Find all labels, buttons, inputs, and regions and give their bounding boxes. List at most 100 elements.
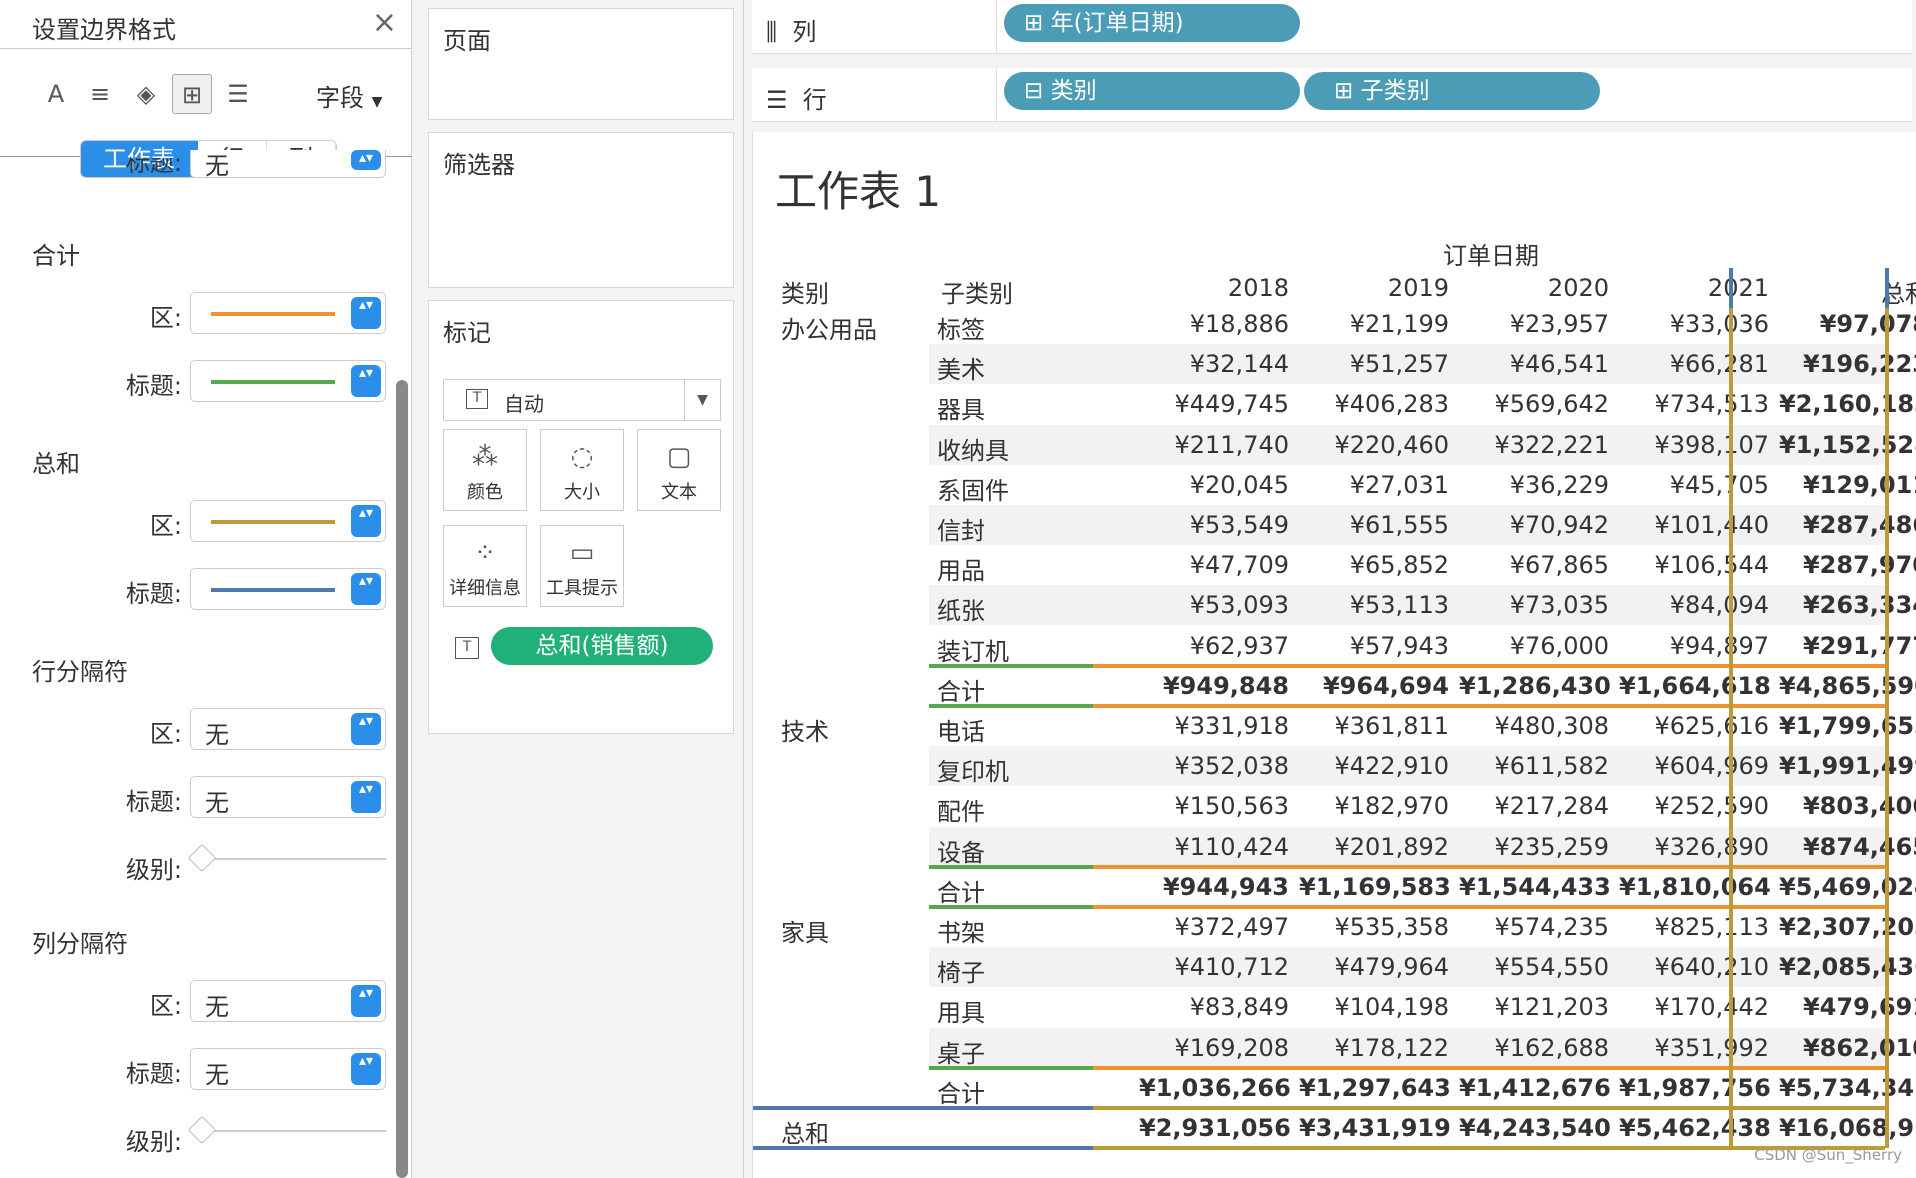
border-style-select[interactable]: 无 ▴▾ <box>190 708 386 750</box>
year-order-date-pill[interactable]: ⊞ 年(订单日期) <box>1004 4 1300 42</box>
subcategory-cell: 合计 <box>937 878 985 907</box>
value-cell: ¥94,897 <box>1669 631 1769 660</box>
chevron-down-icon: ▼ <box>371 94 383 110</box>
subcategory-cell: 收纳具 <box>937 436 1009 465</box>
select-value: 无 <box>205 993 229 1021</box>
pages-card[interactable]: 页面 <box>428 8 734 120</box>
border-style-select[interactable]: ▴▾ <box>190 360 386 402</box>
value-cell: ¥874,465 <box>1802 832 1916 861</box>
detail-button[interactable]: ⁘ 详细信息 <box>443 525 527 607</box>
value-cell: ¥211,740 <box>1174 430 1289 459</box>
columns-shelf-label: ⫼ 列 <box>766 12 816 47</box>
value-cell: ¥67,865 <box>1509 551 1609 580</box>
field-dropdown[interactable]: 字段 ▼ <box>316 78 382 113</box>
value-cell: ¥46,541 <box>1509 350 1609 379</box>
value-cell: ¥36,229 <box>1509 470 1609 499</box>
category-label: 技术 <box>781 718 829 746</box>
grand-column-border <box>1729 268 1733 1148</box>
close-icon[interactable]: × <box>372 6 397 40</box>
subcategory-pill[interactable]: ⊞ 子类别 <box>1304 72 1600 110</box>
value-cell: ¥1,987,756 <box>1619 1073 1771 1102</box>
table-row: 椅子 ¥410,712 ¥479,964 ¥554,550 ¥640,210 ¥2,085… <box>929 947 1916 988</box>
value-cell: ¥106,544 <box>1654 551 1769 580</box>
alignment-icon[interactable]: ≡ <box>80 74 120 114</box>
grand-total-cell: ¥16,068,954 <box>1779 1114 1916 1142</box>
select-value: 无 <box>205 1061 229 1089</box>
select-arrows-icon: ▴▾ <box>351 297 381 329</box>
grand-total-cell: ¥5,462,438 <box>1619 1114 1771 1142</box>
tooltip-button[interactable]: ▭ 工具提示 <box>540 525 624 607</box>
value-cell: ¥33,036 <box>1669 310 1769 338</box>
select-value: 无 <box>205 789 229 817</box>
table-row: 设备 ¥110,424 ¥201,892 ¥235,259 ¥326,890 ¥874,4… <box>929 826 1916 867</box>
border-style-select[interactable]: 无 ▴▾ <box>190 776 386 818</box>
value-cell: ¥101,440 <box>1654 511 1769 539</box>
lines-icon[interactable]: ☰ <box>218 74 258 114</box>
size-button[interactable]: ◌ 大小 <box>540 429 624 511</box>
scrollbar[interactable] <box>396 380 408 1178</box>
subtotal-header-border <box>929 663 1093 668</box>
value-cell: ¥73,035 <box>1509 591 1609 620</box>
subcategory-cell: 椅子 <box>937 959 985 988</box>
cut-row-select[interactable]: 无 ▴▾ <box>190 150 386 180</box>
value-cell: ¥352,038 <box>1174 752 1289 781</box>
table-row: 标签 ¥18,886 ¥21,199 ¥23,957 ¥33,036 ¥97,078 <box>929 304 1916 344</box>
border-style-select[interactable]: ▴▾ <box>190 292 386 334</box>
value-cell: ¥803,406 <box>1802 792 1916 821</box>
value-cell: ¥331,918 <box>1174 712 1289 740</box>
level-slider[interactable] <box>187 843 386 876</box>
border-style-select[interactable]: ▴▾ <box>190 568 386 610</box>
measure-pill[interactable]: 总和(销售额) <box>491 627 713 665</box>
border-style-select[interactable]: 无 ▴▾ <box>190 1048 386 1090</box>
select-arrows-icon: ▴▾ <box>351 505 381 537</box>
grand-header-border <box>753 1146 1093 1150</box>
border-line-swatch <box>211 588 335 592</box>
select-arrows-icon: ▴▾ <box>351 573 381 605</box>
shading-icon[interactable]: ◈ <box>126 74 166 114</box>
text-button[interactable]: ▢ 文本 <box>637 429 721 511</box>
row-label: 区: <box>149 720 182 748</box>
slider-thumb[interactable] <box>187 1115 217 1145</box>
value-cell: ¥169,208 <box>1174 1033 1289 1062</box>
row-label: 区: <box>149 512 182 540</box>
value-cell: ¥263,334 <box>1802 591 1916 620</box>
table-row: 器具 ¥449,745 ¥406,283 ¥569,642 ¥734,513 ¥2,160… <box>929 384 1916 424</box>
columns-shelf[interactable]: ⫼ 列 ⊞ 年(订单日期) <box>752 0 1912 54</box>
value-cell: ¥182,970 <box>1334 792 1449 821</box>
font-icon[interactable]: A <box>36 74 76 114</box>
border-style-select[interactable]: 无 ▴▾ <box>190 980 386 1022</box>
border-line-swatch <box>211 520 335 524</box>
border-line-swatch <box>211 312 335 316</box>
rows-shelf[interactable]: ☰ 行 ⊟ 类别 ⊞ 子类别 <box>752 68 1912 122</box>
border-style-select[interactable]: ▴▾ <box>190 500 386 542</box>
filters-card[interactable]: 筛选器 <box>428 132 734 288</box>
row-label: 级别: <box>125 1128 182 1156</box>
value-cell: ¥1,810,064 <box>1619 872 1771 901</box>
color-button[interactable]: ⁂ 颜色 <box>443 429 527 511</box>
category-pill[interactable]: ⊟ 类别 <box>1004 72 1300 110</box>
level-slider[interactable] <box>187 1115 386 1148</box>
year-header: 2021 <box>1707 274 1769 302</box>
category-label: 家具 <box>781 919 829 947</box>
value-cell: ¥53,093 <box>1189 591 1289 620</box>
mark-type-dropdown[interactable]: T 自动 ▼ <box>443 379 721 421</box>
table-row: 美术 ¥32,144 ¥51,257 ¥46,541 ¥66,281 ¥196,223 <box>929 344 1916 385</box>
value-cell: ¥554,550 <box>1494 953 1609 982</box>
row-label: 区: <box>149 304 182 332</box>
divider <box>996 68 997 122</box>
value-cell: ¥322,221 <box>1494 430 1609 459</box>
borders-icon[interactable]: ⊞ <box>172 74 212 114</box>
filters-title: 筛选器 <box>443 151 515 179</box>
value-cell: ¥351,992 <box>1654 1033 1769 1062</box>
rows-shelf-label: ☰ 行 <box>766 80 827 115</box>
value-cell: ¥1,169,583 <box>1299 872 1451 901</box>
value-cell: ¥32,144 <box>1189 350 1289 379</box>
select-value: 无 <box>205 721 229 749</box>
slider-thumb[interactable] <box>187 843 217 873</box>
slider-track <box>190 1130 386 1132</box>
subcategory-cell: 纸张 <box>937 597 985 626</box>
value-cell: ¥129,011 <box>1802 470 1916 499</box>
value-cell: ¥4,865,590 <box>1779 671 1916 700</box>
grand-column-border <box>1885 268 1889 1148</box>
value-cell: ¥410,712 <box>1174 953 1289 982</box>
